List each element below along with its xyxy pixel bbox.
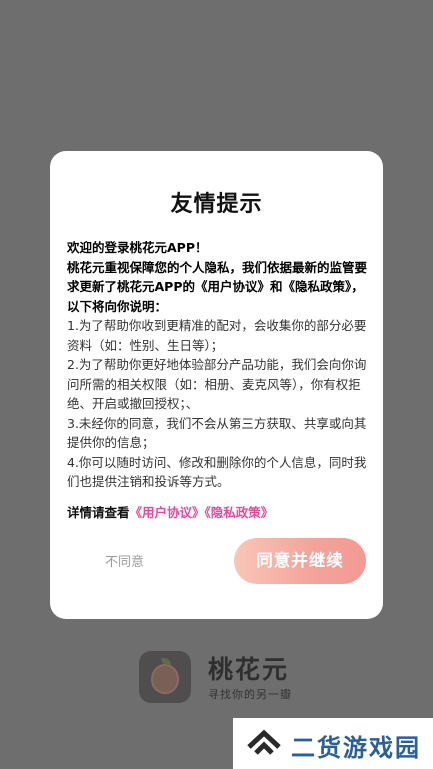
- watermark-bar: 二货游戏园: [233, 718, 433, 769]
- policy-item-2: 2.为了帮助你更好地体验部分产品功能，我们会向你询问所需的相关权限（如：相册、麦…: [67, 357, 367, 411]
- policy-item-3: 3.未经你的同意，我们不会从第三方获取、共享或向其提供你的信息；: [67, 415, 367, 451]
- privacy-policy-link[interactable]: 《隐私政策》: [205, 505, 274, 520]
- user-agreement-link[interactable]: 《用户协议》: [130, 505, 205, 520]
- dialog-title: 友情提示: [170, 192, 263, 217]
- peach-icon: [151, 664, 179, 694]
- policy-item-1: 1.为了帮助你收到更精准的配对，会收集你的部分必要资料（如：性别、生日等）；: [67, 318, 367, 353]
- app-name: 桃花元: [208, 655, 290, 684]
- intro-paragraph: 桃花元重视保障您的个人隐私，我们依据最新的监管要求更新了桃花元APP的《用户协议…: [67, 259, 368, 314]
- app-logo-icon: [139, 651, 191, 703]
- details-prefix: 详情请查看: [67, 505, 130, 520]
- welcome-line: 欢迎的登录桃花元APP！: [67, 240, 208, 255]
- privacy-dialog: 友情提示 欢迎的登录桃花元APP！ 桃花元重视保障您的个人隐私，我们依据最新的监…: [50, 151, 383, 619]
- disagree-button[interactable]: 不同意: [105, 551, 215, 575]
- policy-item-4: 4.你可以随时访问、修改和删除你的个人信息，同时我们也提供注销和投诉等方式。: [67, 454, 367, 490]
- app-slogan: 寻找你的另一瓣: [208, 688, 292, 701]
- agree-continue-button[interactable]: 同意并继续: [234, 538, 366, 584]
- details-line: 详情请查看《用户协议》《隐私政策》: [67, 502, 273, 521]
- watermark-text: 二货游戏园: [291, 734, 421, 762]
- dialog-content: 欢迎的登录桃花元APP！ 桃花元重视保障您的个人隐私，我们依据最新的监管要求更新…: [67, 238, 371, 492]
- watermark-logo-icon: [247, 729, 281, 755]
